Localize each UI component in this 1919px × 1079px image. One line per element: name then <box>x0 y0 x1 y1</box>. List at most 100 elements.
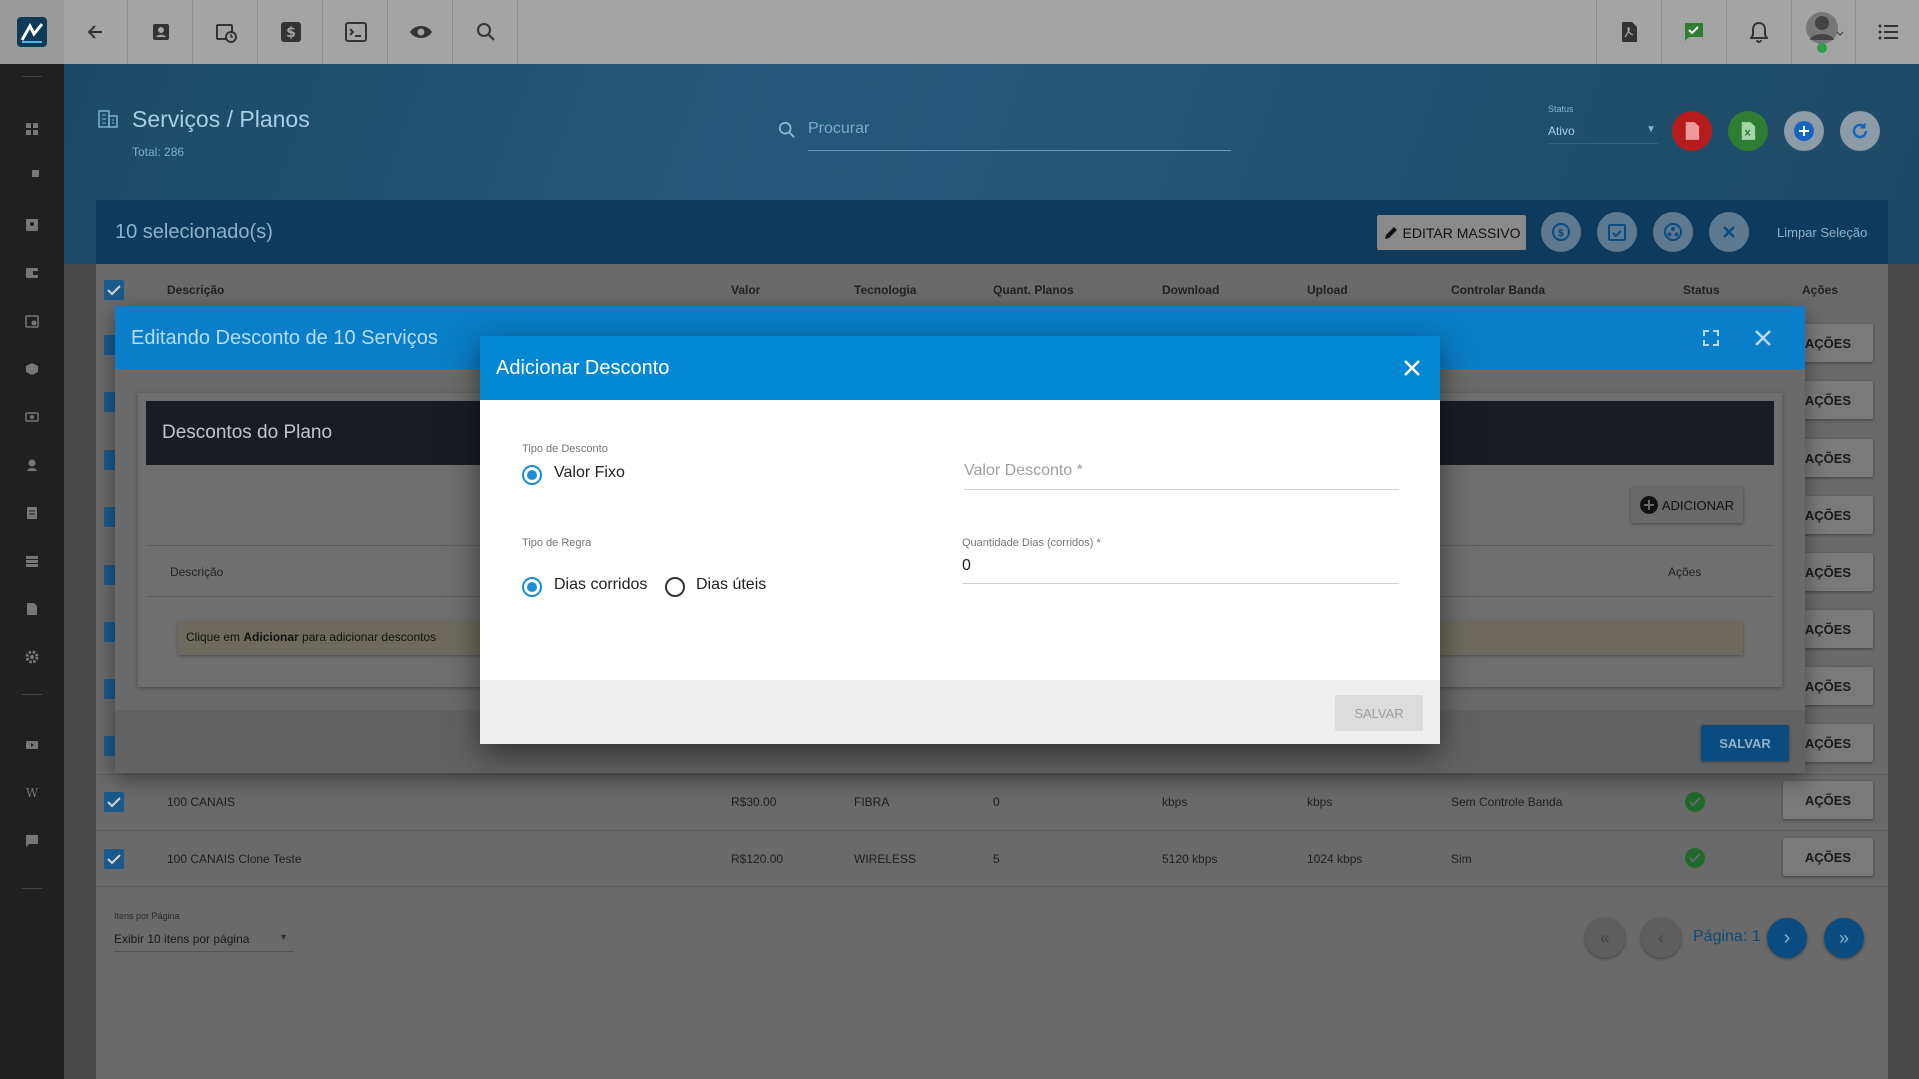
valor-desconto-input[interactable]: Valor Desconto * <box>964 462 1399 490</box>
col-download[interactable]: Download <box>1162 283 1219 297</box>
dollar-icon[interactable]: $ <box>259 0 323 64</box>
discount-col-descricao: Descrição <box>170 565 224 579</box>
valor-fixo-radio[interactable] <box>522 465 542 485</box>
storage-icon[interactable] <box>22 551 42 571</box>
acoes-button[interactable]: AÇÕES <box>1783 838 1873 876</box>
cell-quant: 0 <box>993 795 1000 809</box>
acoes-button[interactable]: AÇÕES <box>1783 781 1873 819</box>
wallet-icon[interactable] <box>22 263 42 283</box>
col-descricao[interactable]: Descrição <box>167 283 224 297</box>
fullscreen-icon[interactable] <box>1702 329 1720 347</box>
items-per-page-select[interactable]: Exibir 10 itens por página ▼ <box>114 924 294 952</box>
cell-valor: R$30.00 <box>731 795 777 809</box>
add-circle-icon <box>1639 496 1658 514</box>
pie-chart-icon[interactable] <box>22 167 42 187</box>
task-check-icon[interactable] <box>1661 0 1725 64</box>
search-icon[interactable] <box>454 0 518 64</box>
dias-uteis-radio[interactable] <box>665 577 685 597</box>
clear-selection-link[interactable]: Limpar Seleção <box>1777 225 1867 240</box>
pdf-export-button[interactable] <box>1672 111 1712 151</box>
dias-corridos-label[interactable]: Dias corridos <box>554 576 647 594</box>
cell-valor: R$120.00 <box>731 852 784 866</box>
page-indicator: Página: 1 <box>1693 928 1761 945</box>
first-page-button[interactable]: « <box>1585 918 1625 958</box>
edit-mass-label: EDITAR MASSIVO <box>1402 224 1521 241</box>
status-value: Ativo <box>1548 124 1575 138</box>
save-discounts-button[interactable]: SALVAR <box>1701 725 1789 761</box>
row-checkbox[interactable] <box>104 792 124 812</box>
price-action-button[interactable]: $ <box>1541 212 1581 252</box>
sidebar-divider <box>22 888 42 889</box>
close-icon[interactable] <box>1754 329 1772 347</box>
quantidade-dias-input[interactable]: 0 <box>962 557 1399 584</box>
row-divider <box>96 830 1888 831</box>
excel-export-button[interactable] <box>1728 111 1768 151</box>
col-status[interactable]: Status <box>1683 283 1720 297</box>
contact-icon[interactable] <box>22 215 42 235</box>
cell-upload: kbps <box>1307 795 1333 809</box>
status-active-icon <box>1685 792 1705 812</box>
eye-icon[interactable] <box>389 0 453 64</box>
search-icon <box>778 121 796 139</box>
add-button[interactable] <box>1784 111 1824 151</box>
wiki-icon[interactable]: W <box>22 783 42 803</box>
money-icon[interactable] <box>22 407 42 427</box>
app-logo[interactable] <box>0 0 64 64</box>
back-icon[interactable] <box>64 0 128 64</box>
sidebar-divider <box>22 76 42 77</box>
prev-page-button[interactable]: ‹ <box>1641 918 1681 958</box>
select-all-checkbox[interactable] <box>104 280 124 300</box>
total-count: Total: 286 <box>132 145 185 159</box>
status-label: Status <box>1548 104 1574 114</box>
row-checkbox[interactable] <box>104 849 124 869</box>
valor-fixo-label[interactable]: Valor Fixo <box>554 464 625 482</box>
search-input[interactable]: Procurar <box>808 120 1231 151</box>
bell-icon[interactable] <box>1726 0 1790 64</box>
contact-card-icon[interactable] <box>129 0 193 64</box>
terminal-icon[interactable] <box>324 0 388 64</box>
document-icon[interactable] <box>22 503 42 523</box>
close-icon[interactable] <box>1403 359 1421 377</box>
dashboard-icon[interactable] <box>22 119 42 139</box>
dias-uteis-label[interactable]: Dias úteis <box>696 576 766 594</box>
location-icon[interactable] <box>22 455 42 475</box>
hint-bold: Adicionar <box>243 630 299 644</box>
discount-col-acoes: Ações <box>1668 565 1702 579</box>
add-discount-label: ADICIONAR <box>1661 497 1735 513</box>
cell-download: kbps <box>1162 795 1188 809</box>
col-valor[interactable]: Valor <box>731 283 760 297</box>
last-page-button[interactable]: » <box>1824 918 1864 958</box>
refresh-button[interactable] <box>1840 111 1880 151</box>
video-icon[interactable] <box>22 735 42 755</box>
box-icon[interactable] <box>22 359 42 379</box>
items-per-page-label: Itens por Página <box>114 911 180 921</box>
add-discount-modal-footer <box>480 680 1440 744</box>
next-page-button[interactable]: › <box>1767 918 1807 958</box>
page-title: Serviços / Planos <box>132 106 310 132</box>
close-selection-button[interactable] <box>1709 212 1749 252</box>
edit-mass-button[interactable]: EDITAR MASSIVO <box>1377 215 1526 250</box>
add-discount-button[interactable]: ADICIONAR <box>1631 487 1743 523</box>
file-icon[interactable] <box>22 599 42 619</box>
status-select[interactable]: Ativo ▼ <box>1548 118 1658 144</box>
calendar-clock-icon[interactable] <box>194 0 258 64</box>
pdf-file-icon[interactable] <box>1596 0 1660 64</box>
col-tecnologia[interactable]: Tecnologia <box>854 283 916 297</box>
save-discount-button[interactable]: SALVAR <box>1335 695 1423 731</box>
col-upload[interactable]: Upload <box>1307 283 1348 297</box>
status-active-icon <box>1685 848 1705 868</box>
menu-list-icon[interactable] <box>1855 0 1919 64</box>
calendar-action-button[interactable] <box>1597 212 1637 252</box>
tipo-regra-label: Tipo de Regra <box>522 537 592 549</box>
group-action-button[interactable] <box>1653 212 1693 252</box>
chat-icon[interactable] <box>22 831 42 851</box>
cell-tecnologia: WIRELESS <box>854 852 917 866</box>
cell-descricao: 100 CANAIS Clone Teste <box>167 852 302 866</box>
discount-section-title: Descontos do Plano <box>162 422 333 443</box>
settings-icon[interactable] <box>22 647 42 667</box>
dias-corridos-radio[interactable] <box>522 577 542 597</box>
user-avatar[interactable] <box>1791 0 1855 64</box>
col-controlar-banda[interactable]: Controlar Banda <box>1451 283 1545 297</box>
col-quant-planos[interactable]: Quant. Planos <box>993 283 1074 297</box>
calendar-icon[interactable] <box>22 311 42 331</box>
